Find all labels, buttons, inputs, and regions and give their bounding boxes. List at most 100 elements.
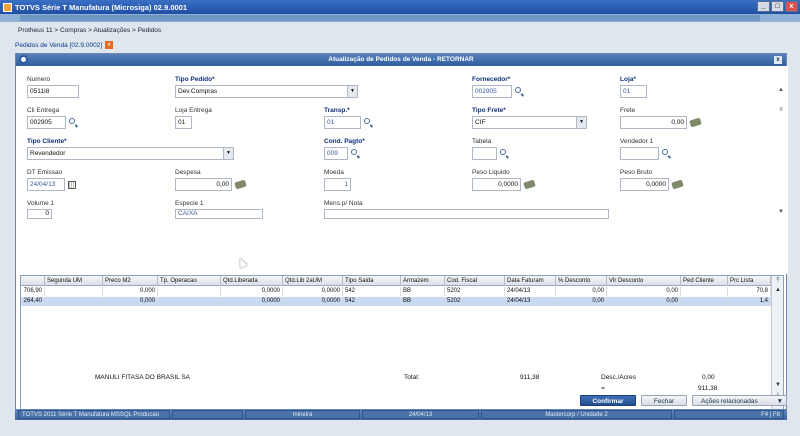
cond-pagto-field[interactable]: 009 bbox=[324, 147, 348, 160]
dialog-close-icon[interactable]: x bbox=[774, 56, 782, 64]
table-cell: 5202 bbox=[445, 287, 505, 296]
label-fornecedor: Fornecedor* bbox=[472, 76, 511, 83]
close-button[interactable]: Fechar bbox=[641, 395, 687, 406]
table-cell: 24/04/13 bbox=[505, 297, 556, 306]
column-header[interactable]: Armazem bbox=[401, 276, 445, 286]
column-header[interactable]: Vlr Desconto bbox=[607, 276, 681, 286]
window-titlebar: TOTVS Série T Manufatura (Microsiga) 02.… bbox=[0, 0, 800, 14]
scroll-up-icon[interactable]: ▲ bbox=[773, 286, 783, 295]
chevron-down-icon[interactable]: ▼ bbox=[576, 117, 586, 128]
label-tipo-pedido: Tipo Pedido* bbox=[175, 76, 215, 83]
table-cell: 24/04/13 bbox=[505, 287, 556, 296]
total-value: 911,38 bbox=[520, 374, 540, 381]
label-loja-entrega: Loja Entrega bbox=[175, 107, 212, 114]
window-title: TOTVS Série T Manufatura (Microsiga) 02.… bbox=[15, 2, 188, 12]
tab-pedidos-venda[interactable]: Pedidos de Venda [02.9.0002] x bbox=[15, 41, 114, 49]
dt-emissao-field[interactable]: 24/04/13 bbox=[27, 178, 65, 191]
moeda-field[interactable]: 1 bbox=[324, 178, 351, 191]
chevron-down-icon[interactable]: ▼ bbox=[223, 148, 233, 159]
status-bar: TOTVS 2011 Série T Manufatura MSSQL Prod… bbox=[15, 409, 787, 420]
vendedor1-field[interactable] bbox=[620, 147, 659, 160]
peso-bruto-field[interactable]: 0,0000 bbox=[620, 178, 669, 191]
scroll-top-icon[interactable]: ⤒ bbox=[773, 277, 783, 286]
search-icon[interactable] bbox=[662, 149, 671, 158]
table-row-selected[interactable]: 264,40 0,000 0,0000 0,0000 542 BB 5202 2… bbox=[21, 297, 771, 306]
column-header[interactable]: % Desconto bbox=[556, 276, 607, 286]
table-cell: 0,000 bbox=[103, 287, 158, 296]
table-cell bbox=[681, 287, 728, 296]
minimize-button[interactable]: _ bbox=[757, 1, 770, 12]
calculator-icon[interactable] bbox=[689, 117, 702, 128]
equals-label: = bbox=[601, 385, 605, 392]
table-row[interactable]: 706,90 0,000 0,0000 0,0000 542 BB 5202 2… bbox=[21, 287, 771, 296]
close-window-button[interactable]: x bbox=[785, 1, 798, 12]
loja-field[interactable]: 01 bbox=[620, 85, 647, 98]
column-header[interactable]: Tp. Operacao bbox=[158, 276, 221, 286]
tipo-cliente-select[interactable]: Revendedor ▼ bbox=[27, 147, 234, 160]
label-tipo-frete: Tipo Frete* bbox=[472, 107, 506, 114]
table-cell: 706,90 bbox=[21, 287, 45, 296]
tipo-pedido-select[interactable]: Dev.Compras ▼ bbox=[175, 85, 358, 98]
table-cell bbox=[681, 297, 728, 306]
cli-entrega-field[interactable]: 002905 bbox=[27, 116, 66, 129]
table-cell: 0,0000 bbox=[221, 297, 283, 306]
despesa-field[interactable]: 0,00 bbox=[175, 178, 232, 191]
chevron-down-icon[interactable]: ▼ bbox=[347, 86, 357, 97]
label-dt-emissao: DT Emissao bbox=[27, 169, 63, 176]
app-logo-icon bbox=[3, 2, 12, 12]
calculator-icon[interactable] bbox=[234, 179, 247, 190]
dialog-title: Atualização de Pedidos de Venda - RETORN… bbox=[328, 56, 474, 63]
volume1-field[interactable]: 0 bbox=[27, 209, 52, 219]
label-despesa: Despesa bbox=[175, 169, 201, 176]
scroll-down-icon[interactable]: ▼ bbox=[773, 381, 783, 390]
search-icon[interactable] bbox=[500, 149, 509, 158]
column-header[interactable]: Cod. Fiscal bbox=[445, 276, 505, 286]
column-header[interactable]: Qtd.Liberada bbox=[221, 276, 283, 286]
peso-liquido-field[interactable]: 0,0000 bbox=[472, 178, 521, 191]
column-header[interactable]: Prc Lista bbox=[728, 276, 771, 286]
frete-field[interactable]: 0,00 bbox=[620, 116, 687, 129]
related-actions-button[interactable]: Ações relacionadas ▼ bbox=[692, 395, 787, 406]
fornecedor-field[interactable]: 002905 bbox=[472, 85, 512, 98]
search-icon[interactable] bbox=[351, 149, 360, 158]
column-header[interactable]: Qtd.Lib 2aUM bbox=[283, 276, 343, 286]
tab-close-icon[interactable]: x bbox=[105, 41, 114, 49]
search-icon[interactable] bbox=[69, 118, 78, 127]
label-peso-liquido: Peso Liquido bbox=[472, 169, 510, 176]
table-cell: 0,0000 bbox=[283, 297, 343, 306]
column-header[interactable]: Tipo Saida bbox=[343, 276, 401, 286]
table-cell: BB bbox=[401, 287, 445, 296]
search-icon[interactable] bbox=[364, 118, 373, 127]
column-header[interactable]: Preco M2 bbox=[103, 276, 158, 286]
column-header[interactable]: Data Faturam bbox=[505, 276, 556, 286]
table-cell: 5202 bbox=[445, 297, 505, 306]
loja-entrega-field[interactable]: 01 bbox=[175, 116, 192, 129]
tabela-field[interactable] bbox=[472, 147, 497, 160]
scroll-up-icon[interactable]: ▲ bbox=[777, 86, 785, 94]
status-blank bbox=[172, 410, 243, 419]
calendar-icon[interactable] bbox=[68, 181, 77, 190]
tab-label: Pedidos de Venda [02.9.0002] bbox=[15, 41, 103, 49]
search-icon[interactable] bbox=[515, 87, 524, 96]
breadcrumb: Protheus 11 > Compras > Atualizações > P… bbox=[18, 27, 162, 34]
table-cell: 0,00 bbox=[556, 287, 607, 296]
scroll-thumb-icon[interactable]: ≡ bbox=[777, 106, 785, 114]
numero-field[interactable]: 0511I8 bbox=[27, 85, 79, 98]
label-numero: Numero bbox=[27, 76, 51, 83]
transp-field[interactable]: 01 bbox=[324, 116, 361, 129]
confirm-button[interactable]: Confirmar bbox=[580, 395, 636, 406]
menu-nota-field[interactable] bbox=[324, 209, 609, 219]
status-product: TOTVS 2011 Série T Manufatura MSSQL Prod… bbox=[18, 410, 170, 419]
label-cli-entrega: Cli Entrega bbox=[27, 107, 60, 114]
column-header[interactable]: Ped Cliente bbox=[681, 276, 728, 286]
net-value: 911,38 bbox=[698, 385, 718, 392]
label-transp: Transp.* bbox=[324, 107, 350, 114]
column-header[interactable]: Segunda UM bbox=[45, 276, 103, 286]
calculator-icon[interactable] bbox=[671, 179, 684, 190]
scroll-down-icon[interactable]: ▼ bbox=[777, 208, 785, 216]
calculator-icon[interactable] bbox=[523, 179, 536, 190]
especie1-field[interactable]: CAIXA bbox=[175, 209, 263, 219]
maximize-button[interactable]: □ bbox=[771, 1, 784, 12]
form-scrollbar[interactable]: ▲ ≡ ▼ bbox=[777, 86, 785, 226]
tipo-frete-select[interactable]: CIF ▼ bbox=[472, 116, 587, 129]
